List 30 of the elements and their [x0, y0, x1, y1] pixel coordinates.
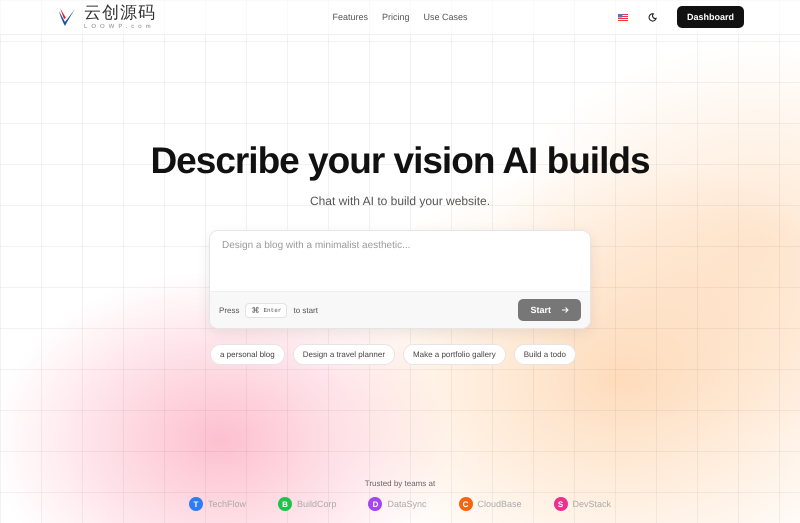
hero-subtitle: Chat with AI to build your website. [310, 194, 490, 208]
suggestion-chip[interactable]: Build a todo [514, 344, 576, 365]
prompt-field[interactable]: Design a blog with a minimalist aesthetic... [210, 231, 590, 291]
nav-link[interactable]: Features [332, 12, 368, 22]
company-logo-icon: D [368, 497, 382, 511]
trusted-label: Trusted by teams at [364, 479, 436, 488]
company-name: BuildCorp [296, 499, 336, 509]
hero-title: Describe your vision AI builds [150, 140, 650, 182]
prompt-input[interactable]: Design a blog with a minimalist aesthetic... [222, 240, 578, 282]
company-name: DataSync [387, 499, 427, 509]
dashboard-button[interactable]: Dashboard [676, 6, 744, 28]
company-name: DevStack [572, 499, 612, 509]
suggestion-chip[interactable]: Design a travel planner [292, 344, 395, 365]
start-button[interactable]: Start [518, 299, 581, 321]
company-logo-icon: T [188, 497, 203, 511]
logo-text: 云创源码 [84, 4, 156, 22]
company-logo-icon: S [554, 497, 568, 511]
nav-link[interactable]: Use Cases [424, 12, 468, 22]
moon-icon[interactable] [648, 12, 657, 22]
suggestion-chip[interactable]: Make a portfolio gallery [403, 344, 506, 365]
arrow-icon [561, 306, 569, 314]
company-logo-icon: B [278, 497, 292, 511]
company-name: TechFlow [208, 499, 246, 509]
nav-link[interactable]: Pricing [382, 12, 410, 22]
hint-text: Press [219, 306, 240, 314]
flag-icon[interactable] [618, 14, 628, 20]
company-logo-icon: C [458, 497, 473, 511]
suggestion-chip[interactable]: a personal blog [210, 344, 285, 365]
company-name: CloudBase [478, 499, 522, 509]
hint-text: to start [293, 306, 318, 314]
